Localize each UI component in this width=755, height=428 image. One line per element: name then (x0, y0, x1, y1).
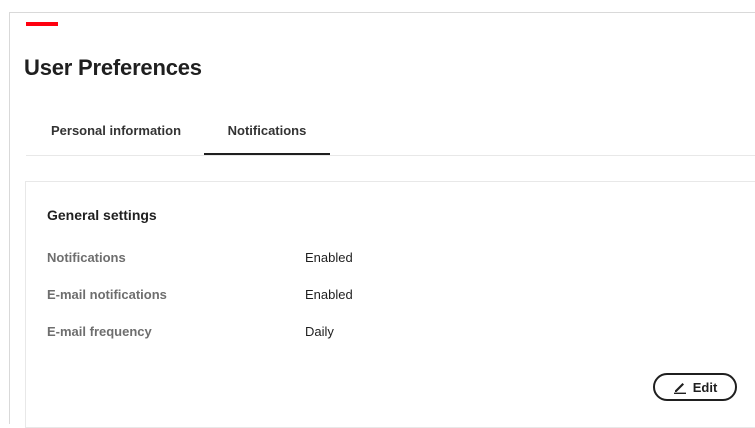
page-title: User Preferences (24, 55, 202, 80)
brand-accent-bar (26, 22, 58, 26)
notifications-value: Enabled (305, 250, 353, 265)
notifications-label: Notifications (47, 250, 126, 265)
general-settings-card: General settings Notifications Enabled E… (25, 181, 755, 428)
edit-button[interactable]: Edit (653, 373, 737, 401)
section-title: General settings (47, 207, 157, 223)
email-frequency-label: E-mail frequency (47, 324, 152, 339)
email-notifications-label: E-mail notifications (47, 287, 167, 302)
pencil-icon (673, 380, 687, 394)
tab-personal-information[interactable]: Personal information (26, 111, 206, 155)
email-notifications-value: Enabled (305, 287, 353, 302)
email-frequency-value: Daily (305, 324, 334, 339)
tab-notifications[interactable]: Notifications (204, 111, 330, 155)
tab-bar: Personal information Notifications (26, 111, 755, 156)
edit-button-label: Edit (692, 379, 718, 395)
preferences-panel: User Preferences Personal information No… (9, 12, 755, 428)
